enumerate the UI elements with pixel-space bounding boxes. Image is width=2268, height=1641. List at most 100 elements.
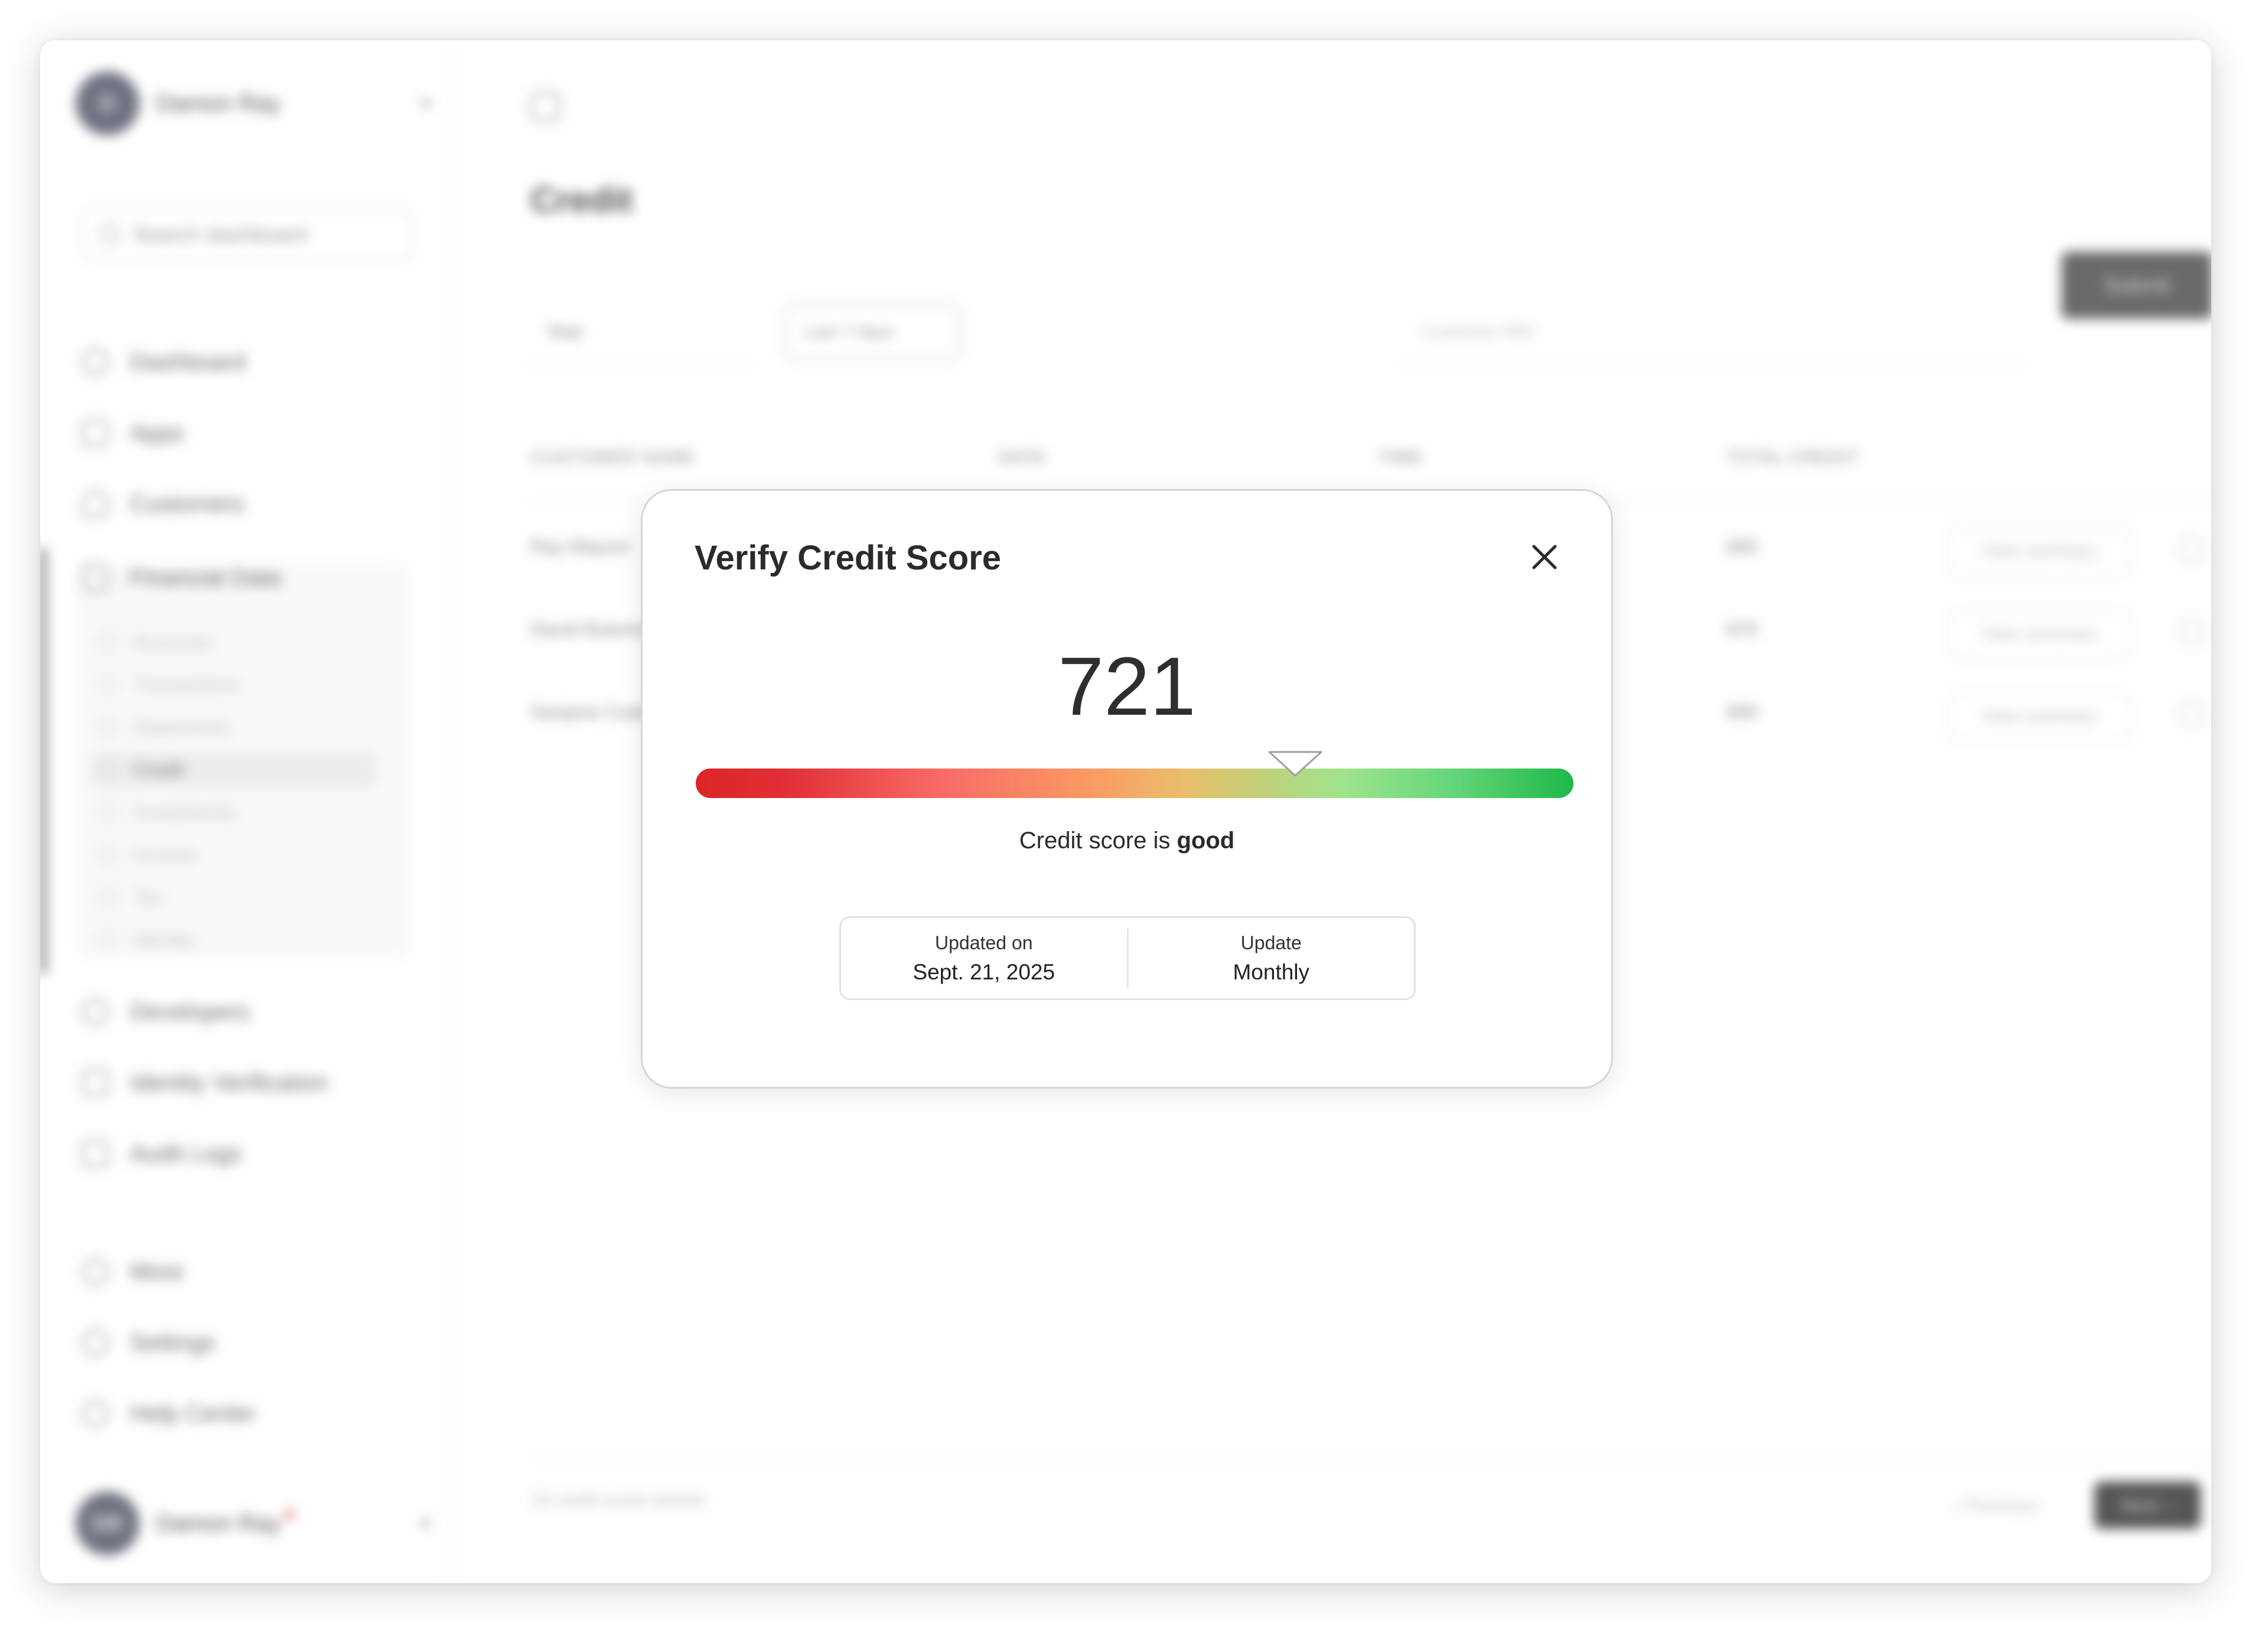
subitem-label: Credit	[133, 758, 184, 780]
sidebar-item-label: Settings	[130, 1329, 216, 1356]
search-icon	[100, 224, 120, 245]
score-marker-icon	[1268, 751, 1322, 777]
score-rating-text: Credit score is good	[643, 828, 1611, 854]
page-title: Credit	[530, 180, 633, 220]
subitem-icon	[99, 676, 117, 693]
sidebar-item-dashboard[interactable]: Dashboard	[82, 336, 412, 389]
grid-icon	[82, 419, 109, 447]
user-name: Damon Ray	[156, 1510, 281, 1536]
circle-icon	[82, 349, 109, 376]
search-placeholder: Search dashboard	[133, 222, 307, 246]
subitem-label: Transactions	[133, 673, 241, 695]
notification-dot	[285, 1510, 294, 1519]
code-icon	[82, 998, 109, 1025]
user-icon	[82, 490, 109, 517]
sidebar-subitem-credit[interactable]: Credit	[92, 753, 376, 787]
more-icon	[82, 1258, 109, 1285]
active-indicator	[40, 548, 46, 973]
score-details: Updated on Sept. 21, 2025 Update Monthly	[839, 916, 1416, 1000]
dialog-title: Verify Credit Score	[695, 539, 1001, 577]
sidebar: D Damon Ray ▾ Search dashboard Dashboard…	[40, 40, 454, 1583]
sidebar-item-customers[interactable]: Customers	[82, 477, 412, 530]
subitem-icon	[99, 803, 117, 821]
date-range-select[interactable]: Last 7 days	[784, 304, 962, 360]
customer-search-input[interactable]: Customer RIN	[1399, 300, 2025, 365]
sidebar-item-label: Identity Verification	[130, 1069, 328, 1096]
customer-name: David Bukenda	[530, 618, 659, 640]
sidebar-item-identity-verification[interactable]: Identity Verification	[82, 1056, 412, 1109]
screen: D Damon Ray ▾ Search dashboard Dashboard…	[0, 0, 2268, 1641]
chevron-left-icon: ‹	[1951, 1494, 1959, 1516]
previous-label: Previous	[1965, 1494, 2039, 1516]
update-frequency-label: Update	[1240, 932, 1302, 953]
sidebar-item-financial-data[interactable]: Financial Data	[82, 551, 412, 604]
more-icon[interactable]	[2178, 618, 2204, 644]
sidebar-subitem[interactable]: Accounts	[99, 625, 383, 659]
sidebar-subitem[interactable]: Statements	[99, 710, 383, 744]
sidebar-item-label: Audit Logs	[130, 1140, 242, 1167]
sidebar-item-label: Dashboard	[130, 349, 246, 375]
view-summary-button[interactable]: View summary	[1948, 609, 2131, 659]
view-summary-button[interactable]: View summary	[1948, 692, 2131, 741]
sidebar-item-more[interactable]: More	[82, 1245, 412, 1298]
chevron-down-icon: ▾	[421, 1513, 430, 1533]
updated-on-section: Updated on Sept. 21, 2025	[841, 918, 1127, 998]
verify-credit-score-dialog: Verify Credit Score 721 Credit score is …	[641, 489, 1613, 1089]
sidebar-subitem[interactable]: Investments	[99, 795, 383, 829]
credit-value: 690	[1726, 701, 1758, 722]
column-header[interactable]: CUSTOMER NAME	[530, 448, 695, 468]
credit-score-value: 721	[1058, 640, 1196, 732]
sidebar-item-label: Customers	[130, 490, 245, 517]
gear-icon	[82, 1329, 109, 1356]
close-icon	[1532, 545, 1557, 569]
avatar: D	[76, 71, 139, 135]
help-icon	[82, 1400, 109, 1427]
chevron-down-icon: ▾	[421, 93, 430, 113]
subitem-icon	[99, 931, 117, 949]
credit-value: 670	[1726, 618, 1758, 640]
subitem-label: Statements	[133, 716, 229, 738]
sidebar-item-apps[interactable]: Apps	[82, 406, 412, 460]
entries-count: 15 credit score entries	[530, 1490, 705, 1510]
sidebar-item-audit-logs[interactable]: Audit Logs	[82, 1127, 412, 1180]
sidebar-toggle-icon[interactable]	[530, 92, 560, 122]
subitem-icon	[99, 761, 117, 779]
view-summary-button[interactable]: View summary	[1948, 526, 2131, 576]
customer-name: Ray Mayoni	[530, 536, 630, 557]
sidebar-item-label: Help Center	[130, 1400, 256, 1427]
sidebar-item-developers[interactable]: Developers	[82, 985, 412, 1038]
column-header[interactable]: DATE	[998, 448, 1047, 468]
sidebar-subitem[interactable]: Income	[99, 838, 383, 872]
next-button[interactable]: Next ›	[2094, 1482, 2201, 1529]
subitem-label: Tax	[133, 886, 163, 908]
update-frequency-section: Update Monthly	[1129, 918, 1415, 998]
submit-button[interactable]: Submit	[2061, 252, 2211, 319]
sidebar-subitem[interactable]: Transactions	[99, 668, 383, 702]
subitem-label: Accounts	[133, 631, 211, 653]
score-rating-prefix: Credit score is	[1019, 828, 1171, 854]
sidebar-subitem[interactable]: Identity	[99, 923, 383, 957]
score-gradient-bar	[696, 769, 1573, 798]
sidebar-item-label: Developers	[130, 998, 250, 1025]
sidebar-item-help-center[interactable]: Help Center	[82, 1387, 412, 1440]
year-select[interactable]: Year	[530, 300, 755, 365]
subitem-icon	[99, 888, 117, 906]
search-input[interactable]: Search dashboard	[82, 208, 412, 261]
account-switcher[interactable]: D Damon Ray ▾	[76, 71, 430, 136]
document-icon	[82, 1140, 109, 1167]
column-header[interactable]: TOTAL CREDIT	[1726, 448, 1859, 468]
update-frequency-value: Monthly	[1233, 959, 1310, 984]
subitem-label: Identity	[133, 929, 195, 950]
column-header[interactable]: TIME	[1378, 448, 1423, 468]
more-icon[interactable]	[2178, 536, 2204, 562]
credit-score-meter	[696, 751, 1573, 798]
subitem-label: Income	[133, 844, 195, 865]
close-button[interactable]	[1526, 538, 1563, 576]
sidebar-subitem[interactable]: Tax	[99, 880, 383, 914]
more-icon[interactable]	[2178, 701, 2204, 727]
user-menu[interactable]: DR Damon Ray ▾	[76, 1491, 430, 1556]
id-icon	[82, 1069, 109, 1096]
sidebar-item-settings[interactable]: Settings	[82, 1316, 412, 1369]
sidebar-item-label: Apps	[130, 419, 184, 446]
previous-button[interactable]: ‹ Previous	[1918, 1482, 2072, 1529]
